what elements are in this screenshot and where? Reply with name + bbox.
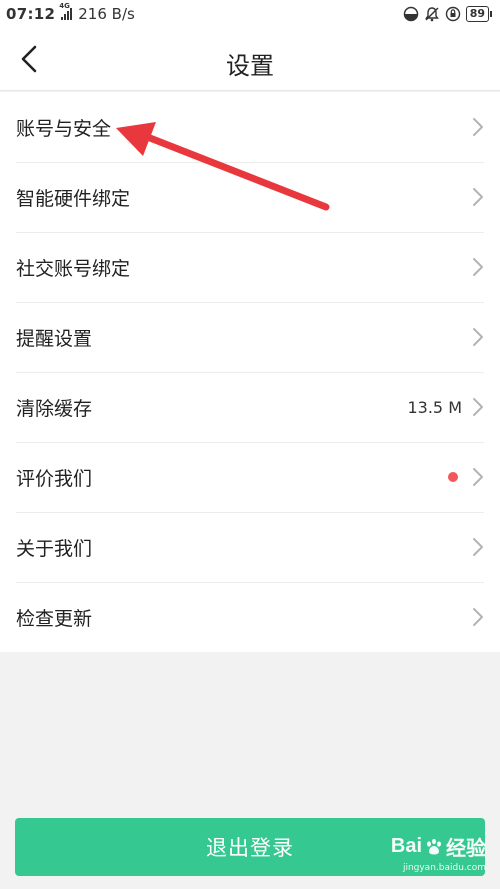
settings-item-reminders[interactable]: 提醒设置	[0, 302, 500, 372]
signal-icon: 4G	[59, 2, 73, 20]
chevron-right-icon	[473, 328, 483, 346]
settings-item-check-update[interactable]: 检查更新	[0, 582, 500, 652]
settings-item-label: 社交账号绑定	[16, 257, 131, 280]
eye-comfort-icon	[403, 6, 418, 22]
app-header: 设置	[0, 28, 500, 91]
notification-dot	[448, 472, 458, 482]
cache-size-value: 13.5 M	[407, 397, 462, 417]
settings-item-rate-us[interactable]: 评价我们	[0, 442, 500, 512]
rotation-lock-icon	[445, 6, 460, 22]
status-time: 07:12	[6, 5, 56, 23]
settings-item-clear-cache[interactable]: 清除缓存 13.5 M	[0, 372, 500, 442]
chevron-right-icon	[473, 608, 483, 626]
status-left: 07:12 4G 216 B/s	[6, 2, 135, 23]
settings-item-hardware-binding[interactable]: 智能硬件绑定	[0, 162, 500, 232]
settings-item-about-us[interactable]: 关于我们	[0, 512, 500, 582]
settings-item-label: 智能硬件绑定	[16, 187, 131, 210]
chevron-right-icon	[473, 118, 483, 136]
status-bar: 07:12 4G 216 B/s 89	[0, 0, 500, 28]
settings-item-label: 关于我们	[16, 537, 93, 560]
chevron-right-icon	[473, 468, 483, 486]
settings-list: 账号与安全 智能硬件绑定 社交账号绑定 提醒设置 清除缓存 13.5 M 评价我…	[0, 92, 500, 652]
battery-icon: 89	[465, 6, 493, 22]
settings-item-label: 检查更新	[16, 607, 93, 630]
network-speed: 216 B/s	[78, 5, 135, 23]
network-type: 4G	[59, 2, 70, 10]
chevron-right-icon	[473, 398, 483, 416]
settings-item-label: 账号与安全	[16, 117, 112, 140]
page-title: 设置	[226, 52, 274, 80]
settings-item-label: 评价我们	[16, 467, 93, 490]
logout-button[interactable]: 退出登录	[15, 818, 485, 876]
settings-item-account-security[interactable]: 账号与安全	[0, 92, 500, 162]
settings-item-label: 提醒设置	[16, 327, 93, 350]
mute-bell-icon	[424, 7, 439, 22]
settings-item-social-binding[interactable]: 社交账号绑定	[0, 232, 500, 302]
chevron-right-icon	[473, 538, 483, 556]
settings-item-label: 清除缓存	[16, 397, 93, 420]
chevron-right-icon	[473, 258, 483, 276]
chevron-right-icon	[473, 188, 483, 206]
status-right: 89	[403, 6, 493, 22]
